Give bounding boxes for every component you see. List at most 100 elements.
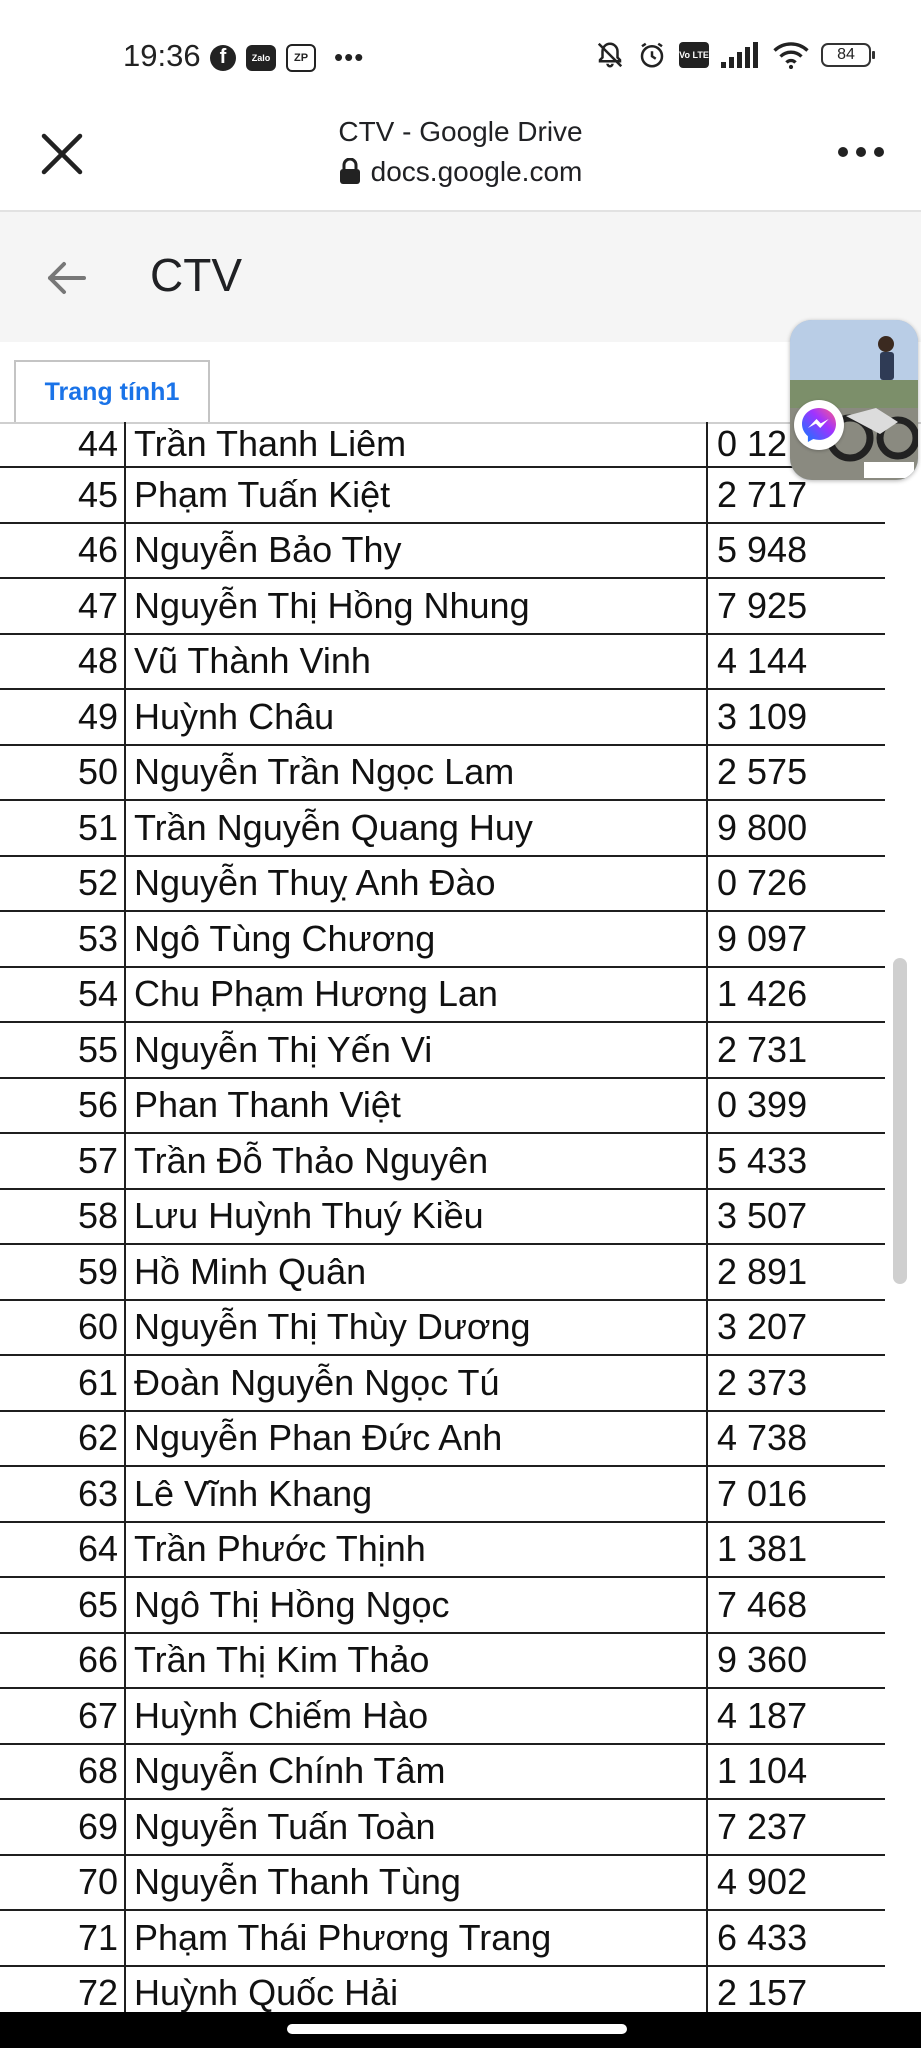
phone-cell[interactable]: 2 373 [708,1356,878,1410]
scrollbar[interactable] [893,958,907,1284]
name-cell[interactable]: Phạm Thái Phương Trang [124,1911,704,1965]
row-number[interactable]: 72 [0,1967,118,2012]
phone-cell[interactable]: 3 207 [708,1301,878,1355]
phone-cell[interactable]: 1 104 [708,1745,878,1799]
table-row[interactable]: 68 Nguyễn Chính Tâm 1 104 [0,1745,885,1800]
table-row[interactable]: 70 Nguyễn Thanh Tùng 4 902 [0,1856,885,1911]
table-row[interactable]: 60 Nguyễn Thị Thùy Dương 3 207 [0,1301,885,1356]
name-cell[interactable]: Huỳnh Quốc Hải [124,1967,704,2012]
row-number[interactable]: 47 [0,579,118,633]
phone-cell[interactable]: 4 144 [708,635,878,689]
name-cell[interactable]: Trần Phước Thịnh [124,1523,704,1577]
phone-cell[interactable]: 9 800 [708,801,878,855]
row-number[interactable]: 51 [0,801,118,855]
table-row[interactable]: 47 Nguyễn Thị Hồng Nhung 7 925 [0,579,885,635]
phone-cell[interactable]: 2 575 [708,746,878,800]
table-row[interactable]: 62 Nguyễn Phan Đức Anh 4 738 [0,1412,885,1467]
row-number[interactable]: 63 [0,1467,118,1521]
row-number[interactable]: 69 [0,1800,118,1854]
phone-cell[interactable]: 0 726 [708,857,878,911]
row-number[interactable]: 48 [0,635,118,689]
row-number[interactable]: 44 [0,422,118,466]
name-cell[interactable]: Nguyễn Thị Thùy Dương [124,1301,704,1355]
name-cell[interactable]: Lưu Huỳnh Thuý Kiều [124,1190,704,1244]
phone-cell[interactable]: 4 738 [708,1412,878,1466]
name-cell[interactable]: Nguyễn Phan Đức Anh [124,1412,704,1466]
row-number[interactable]: 45 [0,468,118,522]
row-number[interactable]: 49 [0,690,118,744]
name-cell[interactable]: Đoàn Nguyễn Ngọc Tú [124,1356,704,1410]
phone-cell[interactable]: 5 948 [708,524,878,578]
phone-cell[interactable]: 7 237 [708,1800,878,1854]
name-cell[interactable]: Lê Vĩnh Khang [124,1467,704,1521]
row-number[interactable]: 59 [0,1245,118,1299]
phone-cell[interactable]: 5 433 [708,1134,878,1188]
table-row[interactable]: 53 Ngô Tùng Chương 9 097 [0,912,885,968]
phone-cell[interactable]: 4 902 [708,1856,878,1910]
table-row[interactable]: 57 Trần Đỗ Thảo Nguyên 5 433 [0,1134,885,1190]
row-number[interactable]: 60 [0,1301,118,1355]
table-row[interactable]: 65 Ngô Thị Hồng Ngọc 7 468 [0,1578,885,1634]
row-number[interactable]: 65 [0,1578,118,1632]
name-cell[interactable]: Vũ Thành Vinh [124,635,704,689]
name-cell[interactable]: Nguyễn Chính Tâm [124,1745,704,1799]
row-number[interactable]: 66 [0,1634,118,1688]
row-number[interactable]: 56 [0,1079,118,1133]
phone-cell[interactable]: 2 157 [708,1967,878,2012]
name-cell[interactable]: Ngô Thị Hồng Ngọc [124,1578,704,1632]
messenger-icon[interactable] [794,400,844,450]
row-number[interactable]: 46 [0,524,118,578]
name-cell[interactable]: Trần Thanh Liêm [124,422,704,466]
table-row[interactable]: 64 Trần Phước Thịnh 1 381 [0,1523,885,1578]
name-cell[interactable]: Nguyễn Tuấn Toàn [124,1800,704,1854]
phone-cell[interactable]: 0 399 [708,1079,878,1133]
phone-cell[interactable]: 9 360 [708,1634,878,1688]
name-cell[interactable]: Huỳnh Chiếm Hào [124,1689,704,1743]
row-number[interactable]: 55 [0,1023,118,1077]
phone-cell[interactable]: 3 507 [708,1190,878,1244]
name-cell[interactable]: Trần Nguyễn Quang Huy [124,801,704,855]
row-number[interactable]: 61 [0,1356,118,1410]
phone-cell[interactable]: 4 187 [708,1689,878,1743]
table-row[interactable]: 71 Phạm Thái Phương Trang 6 433 [0,1911,885,1967]
name-cell[interactable]: Trần Thị Kim Thảo [124,1634,704,1688]
name-cell[interactable]: Nguyễn Bảo Thy [124,524,704,578]
row-number[interactable]: 68 [0,1745,118,1799]
phone-cell[interactable]: 7 925 [708,579,878,633]
phone-cell[interactable]: 7 468 [708,1578,878,1632]
table-row[interactable]: 61 Đoàn Nguyễn Ngọc Tú 2 373 [0,1356,885,1412]
name-cell[interactable]: Ngô Tùng Chương [124,912,704,966]
name-cell[interactable]: Phạm Tuấn Kiệt [124,468,704,522]
table-row[interactable]: 72 Huỳnh Quốc Hải 2 157 [0,1967,885,2012]
phone-cell[interactable]: 6 433 [708,1911,878,1965]
url-bar[interactable]: docs.google.com [0,156,921,188]
phone-cell[interactable]: 7 016 [708,1467,878,1521]
table-row[interactable]: 45 Phạm Tuấn Kiệt 2 717 [0,468,885,524]
row-number[interactable]: 67 [0,1689,118,1743]
table-row[interactable]: 55 Nguyễn Thị Yến Vi 2 731 [0,1023,885,1079]
table-row[interactable]: 50 Nguyễn Trần Ngọc Lam 2 575 [0,746,885,801]
table-row[interactable]: 63 Lê Vĩnh Khang 7 016 [0,1467,885,1523]
table-row[interactable]: 54 Chu Phạm Hương Lan 1 426 [0,968,885,1023]
row-number[interactable]: 62 [0,1412,118,1466]
row-number[interactable]: 53 [0,912,118,966]
row-number[interactable]: 52 [0,857,118,911]
name-cell[interactable]: Hồ Minh Quân [124,1245,704,1299]
row-number[interactable]: 57 [0,1134,118,1188]
name-cell[interactable]: Chu Phạm Hương Lan [124,968,704,1022]
phone-cell[interactable]: 3 109 [708,690,878,744]
chat-head-avatar[interactable] [790,320,918,480]
table-row[interactable]: 44 Trần Thanh Liêm 0 12 [0,422,885,468]
table-row[interactable]: 46 Nguyễn Bảo Thy 5 948 [0,524,885,579]
name-cell[interactable]: Huỳnh Châu [124,690,704,744]
table-row[interactable]: 48 Vũ Thành Vinh 4 144 [0,635,885,690]
more-options-icon[interactable] [835,142,887,162]
table-row[interactable]: 58 Lưu Huỳnh Thuý Kiều 3 507 [0,1190,885,1245]
spreadsheet-grid[interactable]: 44 Trần Thanh Liêm 0 12 45 Phạm Tuấn Kiệt 2 7… [0,422,885,2012]
row-number[interactable]: 70 [0,1856,118,1910]
name-cell[interactable]: Nguyễn Thanh Tùng [124,1856,704,1910]
name-cell[interactable]: Nguyễn Trần Ngọc Lam [124,746,704,800]
home-gesture-handle[interactable] [287,2024,627,2034]
table-row[interactable]: 59 Hồ Minh Quân 2 891 [0,1245,885,1301]
phone-cell[interactable]: 1 381 [708,1523,878,1577]
